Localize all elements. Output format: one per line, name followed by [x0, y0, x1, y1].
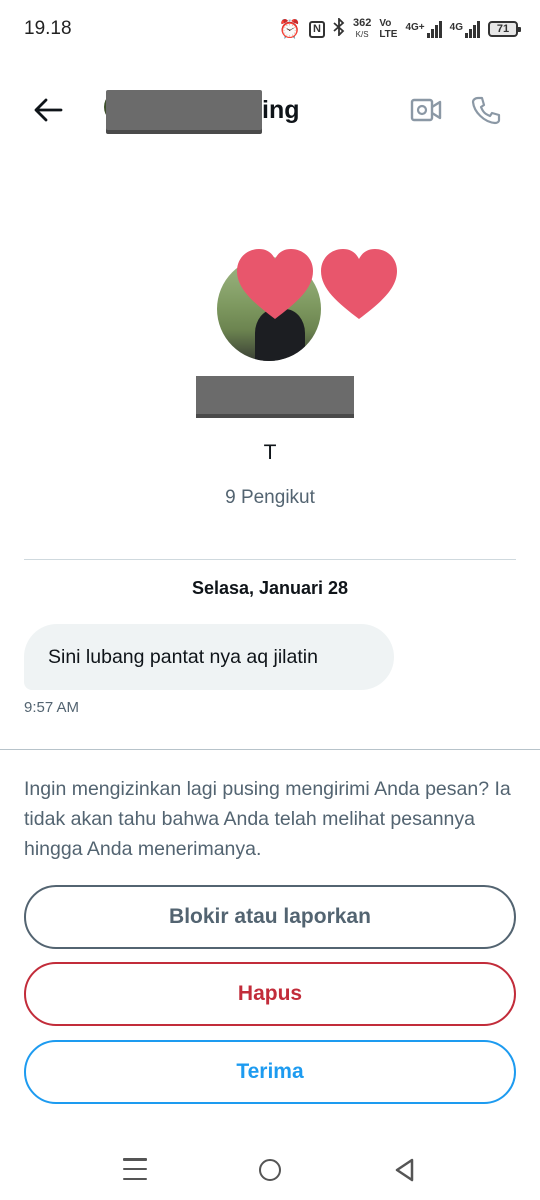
network-label-1: 4G+ [405, 22, 425, 33]
battery-level: 71 [496, 23, 510, 35]
status-time: 19.18 [24, 18, 72, 39]
delete-button[interactable]: Hapus [24, 962, 516, 1026]
signal-icon: 4G+ [405, 20, 442, 38]
alarm-icon: ⏰ [278, 18, 301, 39]
message-request-prompt: Ingin mengizinkan lagi pusing mengirimi … [24, 778, 511, 860]
system-nav-bar [0, 1140, 540, 1200]
conversation-header: ing [0, 70, 540, 146]
network-speed: 362 K/S [353, 18, 371, 40]
recent-apps-icon[interactable] [123, 1158, 147, 1180]
heart-sticker-icon-2 [321, 249, 397, 319]
accept-button[interactable]: Terima [24, 1040, 516, 1104]
divider [24, 559, 516, 560]
signal-icon-2: 4G [450, 20, 480, 38]
back-triangle-icon[interactable] [393, 1157, 415, 1183]
profile-followers[interactable]: 9 Pengikut [0, 487, 540, 509]
network-speed-unit: K/S [355, 30, 369, 39]
back-button[interactable] [28, 90, 68, 130]
volte-bottom: LTE [379, 29, 398, 40]
nfc-icon: N [308, 20, 325, 38]
volte-top: Vo [379, 18, 392, 29]
battery-icon: 71 [488, 21, 521, 37]
message-timestamp: 9:57 AM [24, 699, 80, 716]
heart-sticker-icon [237, 249, 313, 319]
divider [0, 749, 540, 750]
volte-indicator: Vo LTE [379, 18, 397, 40]
video-call-icon [410, 98, 442, 122]
home-icon[interactable] [259, 1159, 281, 1181]
redaction-block [106, 90, 262, 130]
redaction-block [196, 376, 354, 414]
block-report-button[interactable]: Blokir atau laporkan [24, 885, 516, 949]
phone-call-icon [471, 96, 501, 125]
message-bubble[interactable]: Sini lubang pantat nya aq jilatin [24, 624, 394, 690]
phone-call-button[interactable] [466, 90, 506, 130]
video-call-button[interactable] [406, 90, 446, 130]
network-speed-value: 362 [352, 17, 372, 29]
profile-handle: T [263, 441, 277, 464]
status-icons: ⏰ N 362 K/S Vo LTE 4G+ 4G 71 [278, 14, 521, 44]
bluetooth-icon [333, 16, 345, 41]
network-label-2: 4G [449, 22, 463, 33]
date-separator: Selasa, Januari 28 [191, 578, 349, 598]
status-bar: 19.18 ⏰ N 362 K/S Vo LTE 4G+ 4G 71 [0, 0, 540, 58]
back-arrow-icon [34, 98, 63, 122]
